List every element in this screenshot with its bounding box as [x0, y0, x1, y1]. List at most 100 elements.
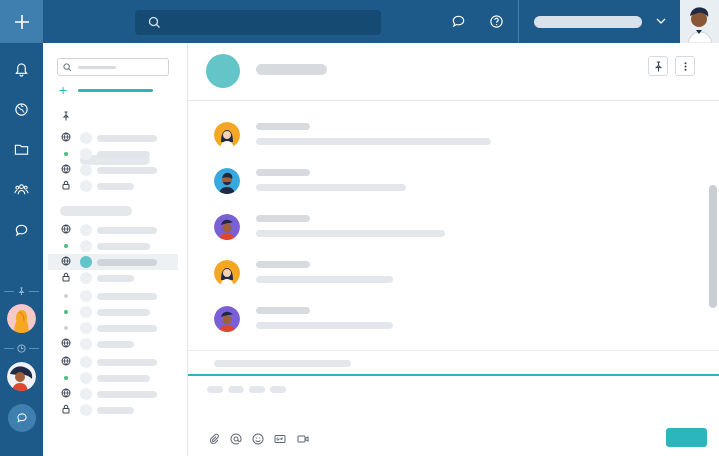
user-name-pill[interactable]	[534, 16, 642, 28]
bearded-man-avatar[interactable]	[214, 168, 240, 194]
channel-name	[97, 391, 157, 398]
man-cap-avatar[interactable]	[214, 214, 240, 240]
channel-row[interactable]	[48, 304, 178, 320]
new-button[interactable]	[0, 0, 43, 43]
globe-icon	[61, 221, 71, 239]
channel-avatar	[80, 290, 92, 302]
status-dot	[64, 310, 68, 314]
chat-bubble-icon	[17, 413, 27, 423]
channel-avatar	[80, 240, 92, 252]
format-italic-button[interactable]	[228, 386, 244, 393]
channel-row[interactable]	[48, 336, 178, 352]
plus-icon[interactable]: +	[59, 83, 71, 97]
channel-row[interactable]	[48, 402, 178, 418]
video-button[interactable]	[296, 432, 309, 445]
messages-scrollbar[interactable]	[709, 185, 717, 308]
pin-icon	[654, 61, 662, 71]
open-chat-button[interactable]	[8, 404, 36, 432]
lock-icon	[61, 177, 71, 195]
channel-avatar	[80, 372, 92, 384]
channel-avatar	[206, 54, 240, 88]
channel-avatar	[80, 322, 92, 334]
channel-row[interactable]	[48, 146, 178, 162]
message-item[interactable]	[214, 306, 514, 336]
globe-icon	[61, 353, 71, 371]
section-header[interactable]	[60, 206, 132, 216]
channel-row[interactable]	[48, 386, 178, 402]
channel-row[interactable]	[48, 370, 178, 386]
global-search-input[interactable]	[135, 10, 381, 35]
notifications-button[interactable]	[0, 58, 43, 80]
conversation-header	[188, 43, 719, 101]
channel-avatar	[80, 404, 92, 416]
channel-avatar	[80, 256, 92, 268]
files-button[interactable]	[0, 138, 43, 160]
explore-button[interactable]	[0, 98, 43, 120]
channel-name	[97, 183, 134, 190]
user-avatar[interactable]	[680, 0, 719, 43]
message-text	[256, 184, 406, 191]
message-item[interactable]	[214, 122, 514, 152]
channel-row[interactable]	[48, 270, 178, 286]
message-text	[256, 138, 491, 145]
more-button[interactable]	[675, 56, 695, 76]
channel-row[interactable]	[48, 254, 178, 270]
recent-avatar-icon	[7, 362, 36, 391]
channel-row[interactable]	[48, 178, 178, 194]
plus-icon	[14, 14, 29, 29]
message-item[interactable]	[214, 214, 514, 244]
channel-sidebar: +	[43, 43, 188, 456]
channel-name	[97, 375, 150, 382]
channel-row[interactable]	[48, 130, 178, 146]
emoji-button[interactable]	[251, 432, 264, 445]
help-button[interactable]	[487, 12, 505, 30]
message-item[interactable]	[214, 168, 514, 198]
search-placeholder	[78, 66, 116, 69]
message-author	[256, 307, 310, 314]
threads-button[interactable]	[449, 12, 467, 30]
favorite-avatar[interactable]	[7, 304, 36, 333]
message-item[interactable]	[214, 260, 514, 290]
channel-row[interactable]	[48, 222, 178, 238]
channel-avatar	[80, 338, 92, 350]
channel-name	[97, 135, 157, 142]
channel-row[interactable]	[48, 320, 178, 336]
channel-row[interactable]	[48, 288, 178, 304]
chevron-down-icon[interactable]	[654, 14, 668, 28]
channel-row[interactable]	[48, 354, 178, 370]
channel-name	[97, 167, 157, 174]
channel-row[interactable]	[48, 162, 178, 178]
channel-name	[97, 359, 157, 366]
woman-avatar[interactable]	[214, 260, 240, 286]
conversation-panel	[188, 43, 719, 456]
recent-avatar[interactable]	[7, 362, 36, 391]
status-dot	[64, 152, 68, 156]
team-icon	[14, 183, 29, 194]
teams-button[interactable]	[0, 178, 43, 200]
globe-icon	[61, 129, 71, 147]
channel-row[interactable]	[48, 238, 178, 254]
channel-search-input[interactable]	[57, 58, 169, 76]
woman-avatar[interactable]	[214, 122, 240, 148]
pin-button[interactable]	[648, 56, 668, 76]
create-channel-link[interactable]	[78, 89, 153, 92]
send-button[interactable]	[666, 428, 707, 447]
format-strike-button[interactable]	[270, 386, 286, 393]
channel-avatar	[80, 132, 92, 144]
globe-icon	[15, 102, 28, 116]
gif-button[interactable]	[273, 432, 286, 445]
man-cap-avatar[interactable]	[214, 306, 240, 332]
channel-title	[256, 64, 327, 75]
mention-button[interactable]	[229, 432, 242, 445]
nav-rail	[0, 0, 43, 456]
favorite-avatar-icon	[7, 304, 36, 333]
channel-name	[97, 407, 134, 414]
threads-icon	[452, 15, 464, 27]
channel-name	[97, 325, 157, 332]
chats-button[interactable]	[0, 219, 43, 241]
format-bold-button[interactable]	[207, 386, 223, 393]
format-underline-button[interactable]	[249, 386, 265, 393]
gif-icon	[274, 434, 285, 443]
attach-button[interactable]	[207, 432, 220, 445]
search-icon	[148, 16, 160, 28]
